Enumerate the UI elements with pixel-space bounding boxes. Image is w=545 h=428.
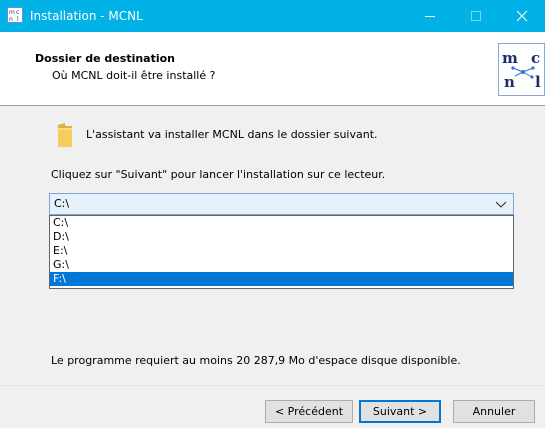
svg-text:l: l xyxy=(535,73,541,91)
svg-text:m: m xyxy=(502,49,518,67)
drive-select-value: C:\ xyxy=(54,197,70,210)
disk-space-text: Le programme requiert au moins 20 287,9 … xyxy=(51,354,461,367)
minimize-icon xyxy=(425,16,435,17)
drive-option-d[interactable]: D:\ xyxy=(50,230,513,244)
svg-text:n: n xyxy=(504,73,515,91)
title-bar[interactable]: m c n l Installation - MCNL xyxy=(0,0,545,32)
cancel-button[interactable]: Annuler xyxy=(453,400,535,423)
drive-option-g[interactable]: G:\ xyxy=(50,258,513,272)
wizard-header: Dossier de destination Où MCNL doit-il ê… xyxy=(0,32,545,106)
page-title: Dossier de destination xyxy=(35,52,176,65)
previous-button[interactable]: < Précédent xyxy=(265,400,353,423)
folder-icon xyxy=(56,122,74,148)
minimize-button[interactable] xyxy=(407,0,453,32)
close-icon xyxy=(516,10,528,22)
svg-text:c: c xyxy=(531,49,540,67)
drive-dropdown-list: C:\ D:\ E:\ G:\ F:\ xyxy=(49,215,514,289)
instruction-text: Cliquez sur "Suivant" pour lancer l'inst… xyxy=(51,168,386,181)
close-button[interactable] xyxy=(499,0,545,32)
page-subtitle: Où MCNL doit-il être installé ? xyxy=(52,69,216,82)
drive-select[interactable]: C:\ xyxy=(49,193,514,215)
svg-text:m: m xyxy=(9,9,15,16)
chevron-down-icon xyxy=(495,201,507,208)
footer-divider xyxy=(0,385,545,386)
drive-option-f[interactable]: F:\ xyxy=(50,272,513,286)
mcnl-logo: m c n l xyxy=(498,43,545,96)
maximize-icon xyxy=(471,11,481,21)
folder-description: L'assistant va installer MCNL dans le do… xyxy=(86,128,378,141)
app-icon: m c n l xyxy=(7,7,23,23)
installer-window: m c n l Installation - MCNL Dossier de d xyxy=(0,0,545,428)
drive-option-e[interactable]: E:\ xyxy=(50,244,513,258)
svg-text:c: c xyxy=(16,9,19,16)
window-title: Installation - MCNL xyxy=(30,9,143,23)
maximize-button[interactable] xyxy=(453,0,499,32)
drive-option-c[interactable]: C:\ xyxy=(50,216,513,230)
next-button[interactable]: Suivant > xyxy=(359,400,441,423)
svg-text:n: n xyxy=(9,16,13,23)
